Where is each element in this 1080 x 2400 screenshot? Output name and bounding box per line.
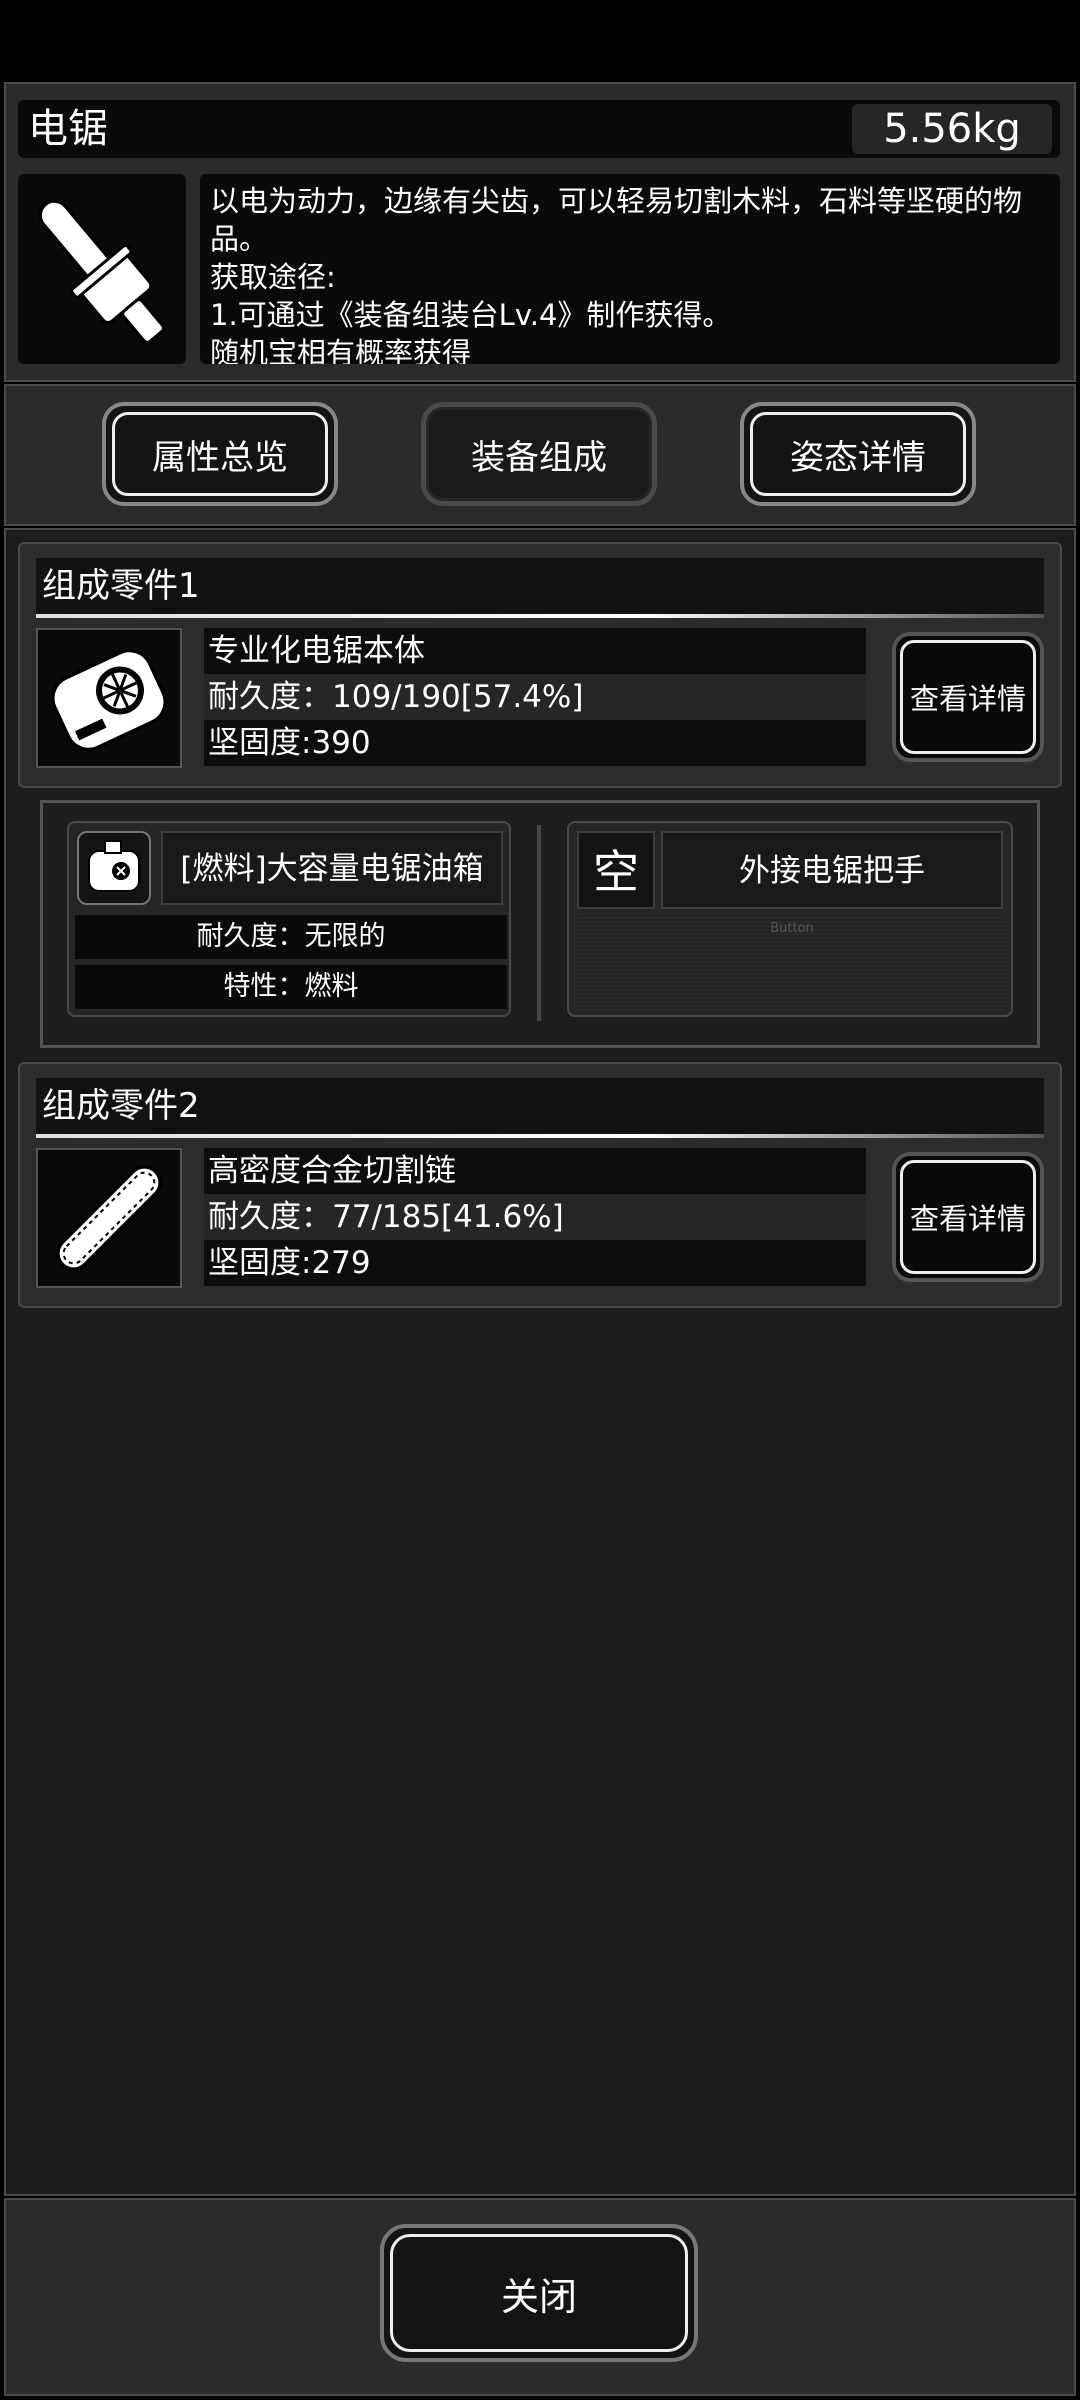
divider [36, 614, 1044, 618]
view-details-button[interactable]: 查看详情 [892, 1152, 1044, 1282]
slot-durability: 耐久度：无限的 [75, 915, 507, 959]
tab-label: 装备组成 [471, 437, 607, 478]
empty-slot-marker: 空 [577, 831, 655, 909]
part-title: 组成零件2 [36, 1078, 1044, 1134]
attachment-panel: [燃料]大容量电锯油箱 耐久度：无限的 特性：燃料 空 外接电锯把手 Butto… [40, 800, 1040, 1048]
attachment-slot-fuel-tank[interactable]: [燃料]大容量电锯油箱 耐久度：无限的 特性：燃料 [67, 821, 511, 1017]
fuel-tank-icon [88, 840, 140, 892]
part-title: 组成零件1 [36, 558, 1044, 614]
description-line: 品。 [210, 222, 269, 256]
description-line: 1.可通过《装备组装台Lv.4》制作获得。 [210, 298, 732, 332]
slot-trait: 特性：燃料 [75, 965, 507, 1009]
part-name: 专业化电锯本体 [204, 628, 866, 674]
part-info: 专业化电锯本体 耐久度：109/190[57.4%] 坚固度:390 [204, 628, 866, 768]
view-details-button[interactable]: 查看详情 [892, 632, 1044, 762]
item-icon-frame [18, 174, 186, 364]
item-name-bar: 电锯 5.56kg [18, 100, 1060, 158]
part-icon-frame [36, 628, 182, 768]
part-card: 组成零件1 专业化电锯本体 耐久度：109/190[57.4%] 坚固度:390… [18, 542, 1062, 788]
status-bar [0, 0, 1080, 80]
part-durability: 耐久度：77/185[41.6%] [204, 1194, 866, 1240]
item-weight: 5.56kg [852, 104, 1052, 154]
button-label: 关闭 [500, 2274, 577, 2319]
chainsaw-bar-icon [55, 1164, 163, 1272]
tab-label: 属性总览 [152, 437, 288, 478]
tab-label: 姿态详情 [790, 437, 926, 478]
slot-name: [燃料]大容量电锯油箱 [161, 831, 503, 905]
part-durability: 耐久度：109/190[57.4%] [204, 674, 866, 720]
divider [537, 825, 541, 1021]
description-line: 随机宝相有概率获得 [210, 336, 472, 364]
description-line: 获取途径: [210, 260, 336, 294]
description-line: 以电为动力，边缘有尖齿，可以轻易切割木料，石料等坚硬的物 [210, 184, 1023, 218]
tab-stance-details[interactable]: 姿态详情 [740, 402, 976, 506]
part-info: 高密度合金切割链 耐久度：77/185[41.6%] 坚固度:279 [204, 1148, 866, 1288]
divider [36, 1134, 1044, 1138]
empty-slot-button-label: Button [770, 921, 814, 936]
close-button[interactable]: 关闭 [380, 2224, 698, 2362]
item-name: 电锯 [28, 106, 108, 152]
tab-attribute-overview[interactable]: 属性总览 [102, 402, 338, 506]
tab-equipment-composition[interactable]: 装备组成 [421, 402, 657, 506]
part-name: 高密度合金切割链 [204, 1148, 866, 1194]
item-description: 以电为动力，边缘有尖齿，可以轻易切割木料，石料等坚硬的物 品。 获取途径: 1.… [200, 174, 1060, 364]
empty-slot-area[interactable]: Button [577, 915, 1005, 1011]
part-card: 组成零件2 高密度合金切割链 耐久度：77/185[41.6%] 坚固度:279… [18, 1062, 1062, 1308]
chainsaw-motor-icon [51, 649, 167, 751]
button-label: 查看详情 [909, 1202, 1026, 1236]
attachment-slot-handle[interactable]: 空 外接电锯把手 Button [567, 821, 1013, 1017]
part-icon-frame [36, 1148, 182, 1288]
slot-icon-frame [77, 831, 151, 905]
slot-name: 外接电锯把手 [661, 831, 1003, 909]
part-hardness: 坚固度:279 [204, 1240, 866, 1286]
button-label: 查看详情 [909, 682, 1026, 716]
chainsaw-icon [38, 199, 166, 344]
part-hardness: 坚固度:390 [204, 720, 866, 766]
